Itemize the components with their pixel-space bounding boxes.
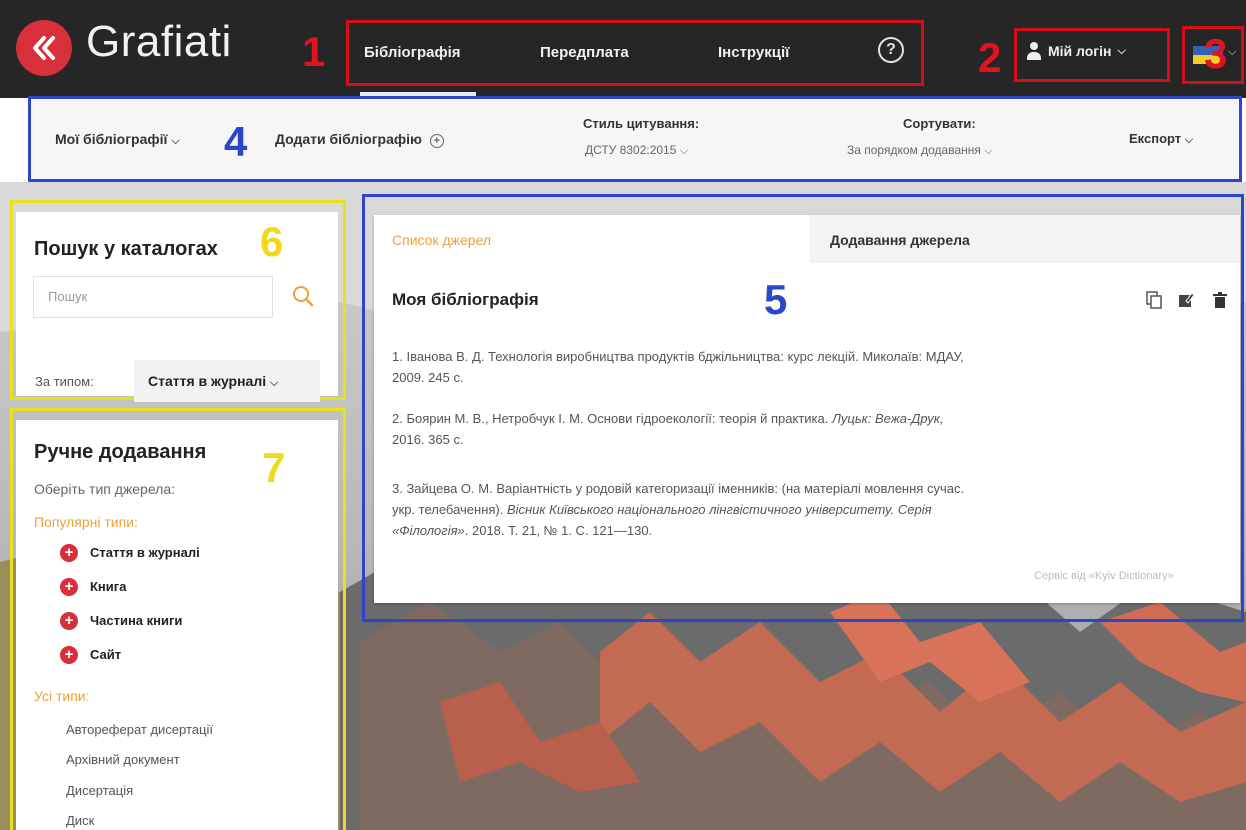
bibliography-title: Моя бібліографія bbox=[392, 290, 539, 309]
grafiati-logo-icon[interactable] bbox=[16, 20, 72, 76]
popular-type-label: Стаття в журналі bbox=[90, 545, 200, 560]
copy-icon[interactable] bbox=[1146, 291, 1162, 309]
plus-circle-icon: + bbox=[429, 134, 444, 148]
chevron-down-icon: ⌵ bbox=[270, 377, 279, 389]
add-bibliography-button[interactable]: Додати бібліографію + bbox=[275, 131, 444, 148]
entry-text: 2009. 245 с. bbox=[392, 370, 464, 385]
citation-style-label: Стиль цитування: bbox=[583, 116, 700, 131]
annotation-number-3: 3 bbox=[1204, 30, 1228, 77]
entry-text: укр. телебачення). bbox=[392, 502, 507, 517]
manual-add-title: Ручне додавання bbox=[34, 441, 207, 463]
entry-text: 2. Боярин М. В., Нетробчук І. М. Основи … bbox=[392, 411, 832, 426]
bibliography-entry[interactable]: 3. Зайцева О. М. Варіантність у родовій … bbox=[392, 478, 1122, 541]
all-type-item[interactable]: Автореферат дисертації bbox=[66, 722, 213, 737]
annotation-box-2 bbox=[1014, 28, 1170, 82]
plus-icon: + bbox=[60, 612, 78, 630]
type-filter-value: Стаття в журналі bbox=[148, 373, 267, 389]
type-filter-label: За типом: bbox=[35, 374, 94, 389]
my-bibliographies-dropdown[interactable]: Мої бібліографії ⌵ bbox=[55, 131, 180, 148]
chevron-down-icon: ⌵ bbox=[679, 145, 689, 157]
export-label: Експорт bbox=[1129, 131, 1182, 146]
popular-type-label: Частина книги bbox=[90, 613, 183, 628]
annotation-number-4: 4 bbox=[224, 118, 248, 165]
chevron-down-icon: ⌵ bbox=[171, 135, 180, 147]
search-icon[interactable] bbox=[292, 285, 314, 307]
annotation-number-2: 2 bbox=[978, 34, 1002, 81]
entry-text: . 2018. Т. 21, № 1. С. 121—130. bbox=[464, 523, 653, 538]
annotation-box-1 bbox=[346, 20, 924, 86]
type-filter-select[interactable]: Стаття в журналі ⌵ bbox=[134, 360, 320, 402]
citation-style-select[interactable]: ДСТУ 8302:2015 ⌵ bbox=[585, 143, 688, 158]
annotation-number-5: 5 bbox=[764, 276, 788, 323]
citation-style-value: ДСТУ 8302:2015 bbox=[585, 143, 677, 157]
entry-text: 3. Зайцева О. М. Варіантність у родовій … bbox=[392, 481, 965, 496]
my-bibliographies-label: Мої бібліографії bbox=[55, 131, 168, 147]
chevron-down-icon: ⌵ bbox=[1184, 134, 1194, 146]
entry-text: 2016. 365 с. bbox=[392, 432, 464, 447]
all-types-label: Усі типи: bbox=[34, 688, 90, 704]
popular-type-label: Сайт bbox=[90, 647, 122, 662]
search-placeholder: Пошук bbox=[48, 289, 88, 304]
sort-select[interactable]: За порядком додавання ⌵ bbox=[847, 143, 993, 158]
plus-icon: + bbox=[60, 578, 78, 596]
popular-types-label: Популярні типи: bbox=[34, 514, 138, 530]
entry-text-italic: Луцьк: Вежа-Друк, bbox=[831, 411, 944, 426]
export-dropdown[interactable]: Експорт ⌵ bbox=[1129, 131, 1193, 147]
entry-text-italic: «Філологія» bbox=[392, 523, 465, 538]
entry-text-italic: Вісник Київського національного лінгвіст… bbox=[506, 502, 932, 517]
all-type-item[interactable]: Дисертація bbox=[66, 783, 133, 798]
manual-add-subtitle: Оберіть тип джерела: bbox=[34, 481, 176, 497]
all-type-item[interactable]: Архівний документ bbox=[66, 752, 180, 767]
annotation-number-1: 1 bbox=[302, 28, 326, 75]
logo-text[interactable]: Grafiati bbox=[86, 17, 232, 67]
sort-label: Сортувати: bbox=[903, 116, 976, 131]
catalog-search-title: Пошук у каталогах bbox=[34, 238, 218, 260]
bibliography-entry[interactable]: 2. Боярин М. В., Нетробчук І. М. Основи … bbox=[392, 408, 1122, 450]
add-bibliography-label: Додати бібліографію bbox=[275, 131, 422, 147]
annotation-number-7: 7 bbox=[262, 444, 286, 491]
sort-value: За порядком додавання bbox=[847, 143, 981, 157]
plus-icon: + bbox=[60, 646, 78, 664]
annotation-number-6: 6 bbox=[260, 218, 284, 265]
edit-icon[interactable] bbox=[1178, 291, 1194, 309]
trash-icon[interactable] bbox=[1212, 291, 1228, 309]
service-footer[interactable]: Сервіс від «Kyiv Dictionary» bbox=[1034, 570, 1174, 582]
bibliography-toolbar: Мої бібліографії ⌵ Додати бібліографію +… bbox=[28, 96, 1242, 182]
chevron-down-icon: ⌵ bbox=[984, 145, 993, 157]
plus-icon: + bbox=[60, 544, 78, 562]
entry-text: 1. Іванова В. Д. Технологія виробництва … bbox=[392, 349, 964, 364]
popular-type-label: Книга bbox=[90, 579, 127, 594]
bibliography-entry[interactable]: 1. Іванова В. Д. Технологія виробництва … bbox=[392, 346, 1122, 388]
all-type-item[interactable]: Диск bbox=[66, 813, 94, 828]
catalog-search-input[interactable]: Пошук bbox=[33, 276, 273, 318]
